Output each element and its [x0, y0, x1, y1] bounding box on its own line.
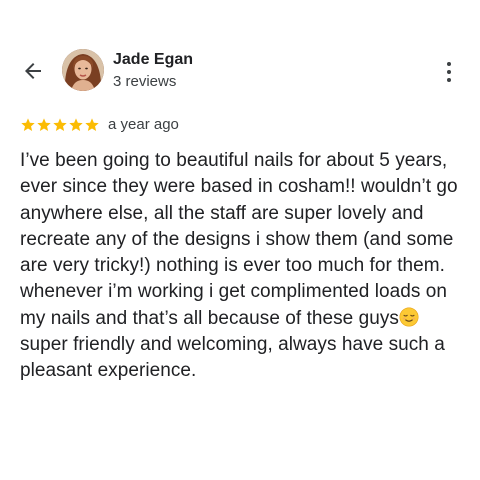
review-text: I’ve been going to beautiful nails for a… — [20, 148, 468, 385]
review-text-part-1: I’ve been going to beautiful nails for a… — [20, 150, 458, 329]
arrow-back-icon — [25, 63, 41, 79]
star-icon — [37, 118, 51, 131]
star-icon — [53, 118, 67, 131]
author-name[interactable]: Jade Egan — [113, 50, 193, 70]
avatar[interactable] — [62, 49, 104, 91]
review-text-part-2: super friendly and welcoming, always hav… — [20, 334, 445, 382]
relieved-face-emoji-icon — [399, 307, 419, 327]
rating-row: a year ago — [20, 115, 179, 135]
star-icon — [85, 118, 99, 131]
star-icon — [21, 118, 35, 131]
author-review-count: 3 reviews — [113, 73, 177, 90]
review-time: a year ago — [108, 116, 179, 133]
more-options-button[interactable] — [437, 58, 461, 86]
star-icon — [69, 118, 83, 131]
back-button[interactable] — [19, 57, 47, 85]
review-header: Jade Egan 3 reviews — [0, 0, 480, 100]
author-info: Jade Egan 3 reviews — [113, 50, 193, 92]
star-rating — [20, 117, 100, 133]
more-vert-icon — [447, 62, 451, 66]
